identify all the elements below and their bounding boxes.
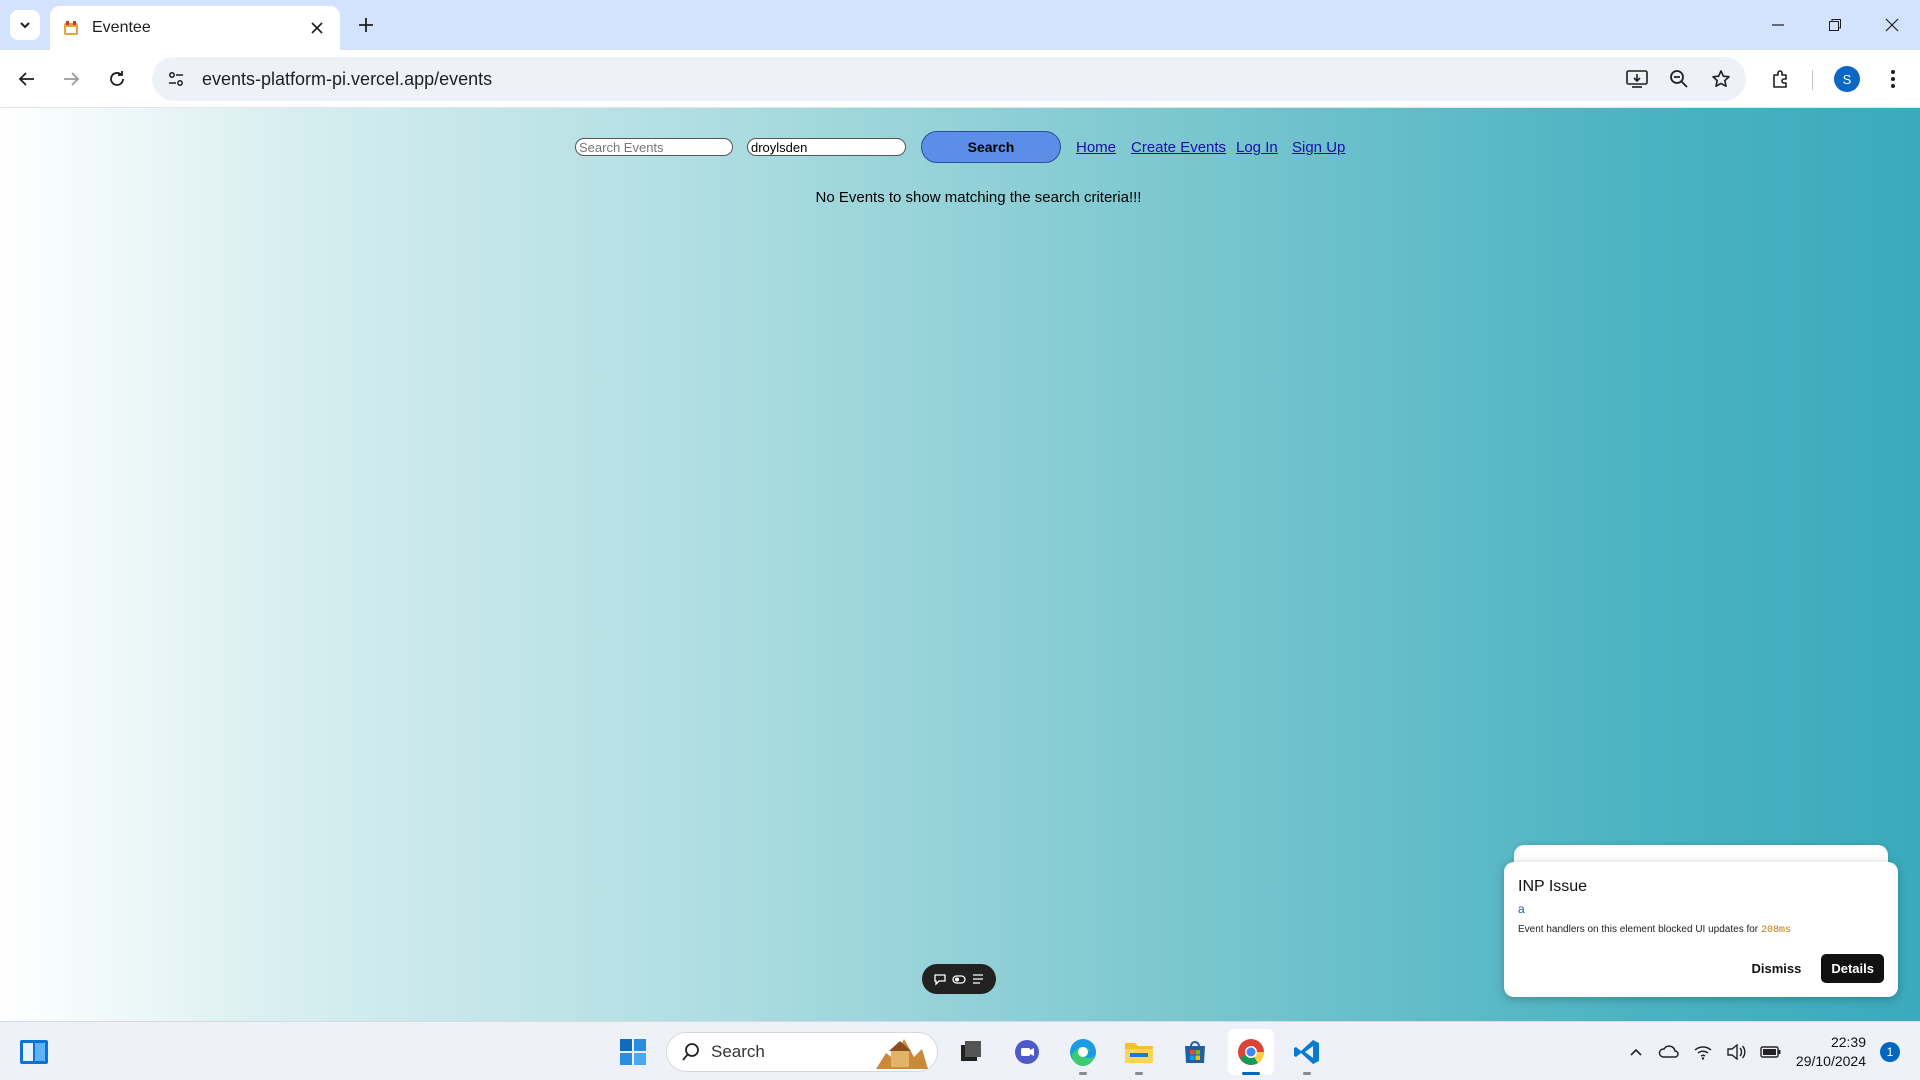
search-events-input[interactable]: Search Events xyxy=(575,138,733,156)
tab-search-button[interactable] xyxy=(10,10,40,40)
back-icon xyxy=(18,72,34,86)
wifi-icon[interactable] xyxy=(1694,1044,1712,1060)
avatar: S xyxy=(1834,66,1860,92)
inp-title: INP Issue xyxy=(1518,878,1588,895)
taskbar-search-label: Search xyxy=(711,1042,765,1061)
running-indicator xyxy=(1079,1072,1087,1075)
close-window-icon xyxy=(1885,18,1898,32)
star-icon[interactable] xyxy=(1708,66,1734,92)
chevron-down-icon xyxy=(20,22,30,29)
dismiss-button[interactable]: Dismiss xyxy=(1745,955,1807,982)
minimize-button[interactable] xyxy=(1749,0,1806,50)
favicon xyxy=(62,19,80,37)
clock[interactable]: 22:39 29/10/2024 xyxy=(1796,1033,1866,1071)
close-icon[interactable] xyxy=(306,17,328,39)
onedrive-icon[interactable] xyxy=(1658,1043,1680,1061)
inp-duration: 208ms xyxy=(1760,925,1791,936)
task-view-icon[interactable] xyxy=(948,1029,994,1075)
store-icon[interactable] xyxy=(1172,1029,1218,1075)
taskbar-search[interactable]: Search xyxy=(666,1032,938,1072)
battery-icon[interactable] xyxy=(1760,1044,1782,1060)
install-app-icon[interactable] xyxy=(1624,66,1650,92)
taskbar-apps: Search xyxy=(610,1028,1330,1076)
chrome-icon[interactable] xyxy=(1228,1029,1274,1075)
new-tab-button[interactable] xyxy=(352,11,380,39)
teams-icon[interactable] xyxy=(1004,1029,1050,1075)
zoom-icon[interactable] xyxy=(1666,66,1692,92)
reload-button[interactable] xyxy=(101,63,133,95)
back-button[interactable] xyxy=(11,63,43,95)
restore-icon xyxy=(1828,19,1841,31)
restore-button[interactable] xyxy=(1806,0,1863,50)
minimize-icon xyxy=(1771,24,1784,26)
plus-icon xyxy=(359,18,373,32)
search-highlight-icon xyxy=(876,1039,928,1069)
active-indicator xyxy=(1242,1072,1260,1075)
inp-description-text: Event handlers on this element blocked U… xyxy=(1518,924,1759,935)
search-icon xyxy=(682,1043,699,1061)
start-icon[interactable] xyxy=(610,1029,656,1075)
inp-element-link[interactable]: a xyxy=(1518,902,1884,916)
location-input[interactable]: droylsden xyxy=(747,138,906,156)
vscode-icon[interactable] xyxy=(1284,1029,1330,1075)
details-button[interactable]: Details xyxy=(1821,954,1884,983)
widgets-icon[interactable] xyxy=(18,1036,50,1068)
browser-toolbar: events-platform-pi.vercel.app/events S xyxy=(0,50,1920,108)
toggle-icon[interactable] xyxy=(952,972,966,986)
tab-strip: Eventee xyxy=(0,0,1920,50)
file-explorer-icon[interactable] xyxy=(1116,1029,1162,1075)
menu-icon[interactable] xyxy=(1877,63,1909,95)
system-tray: 22:39 29/10/2024 1 xyxy=(1628,1028,1900,1076)
comment-icon[interactable] xyxy=(933,972,947,986)
empty-results-message: No Events to show matching the search cr… xyxy=(815,189,1142,206)
list-icon[interactable] xyxy=(971,972,985,986)
profile-button[interactable]: S xyxy=(1831,63,1863,95)
running-indicator xyxy=(1303,1072,1311,1075)
taskbar: Search 22:39 29/10/2024 1 xyxy=(0,1021,1920,1080)
running-indicator xyxy=(1135,1072,1143,1075)
close-window-button[interactable] xyxy=(1863,0,1920,50)
search-button[interactable]: Search xyxy=(921,131,1061,163)
toolbar-divider xyxy=(1812,70,1813,90)
edge-icon[interactable] xyxy=(1060,1029,1106,1075)
nav-link-create-events[interactable]: Create Events xyxy=(1131,139,1226,156)
inp-actions: Dismiss Details xyxy=(1745,954,1884,983)
tab-eventee[interactable]: Eventee xyxy=(50,6,340,50)
tab-title: Eventee xyxy=(92,19,151,36)
clock-time: 22:39 xyxy=(1830,1034,1866,1050)
inp-issue-panel: INP Issue a Event handlers on this eleme… xyxy=(1504,862,1898,997)
nav-link-sign-up[interactable]: Sign Up xyxy=(1292,139,1345,156)
reload-icon xyxy=(110,71,124,86)
nav-link-log-in[interactable]: Log In xyxy=(1236,139,1278,156)
forward-button[interactable] xyxy=(55,63,87,95)
clock-date: 29/10/2024 xyxy=(1795,1053,1866,1069)
notification-badge[interactable]: 1 xyxy=(1880,1042,1900,1062)
extensions-icon[interactable] xyxy=(1765,63,1797,95)
forward-icon xyxy=(64,72,80,86)
site-info-icon[interactable] xyxy=(156,59,196,99)
nav-link-home[interactable]: Home xyxy=(1076,139,1116,156)
dev-toolbar[interactable] xyxy=(922,964,996,994)
omnibox-actions xyxy=(1624,57,1734,101)
chevron-up-icon[interactable] xyxy=(1628,1044,1644,1060)
volume-icon[interactable] xyxy=(1726,1044,1746,1060)
address-bar[interactable]: events-platform-pi.vercel.app/events xyxy=(152,57,1746,101)
window-controls xyxy=(1749,0,1920,50)
url-text: events-platform-pi.vercel.app/events xyxy=(202,68,493,89)
inp-description: Event handlers on this element blocked U… xyxy=(1518,924,1884,936)
